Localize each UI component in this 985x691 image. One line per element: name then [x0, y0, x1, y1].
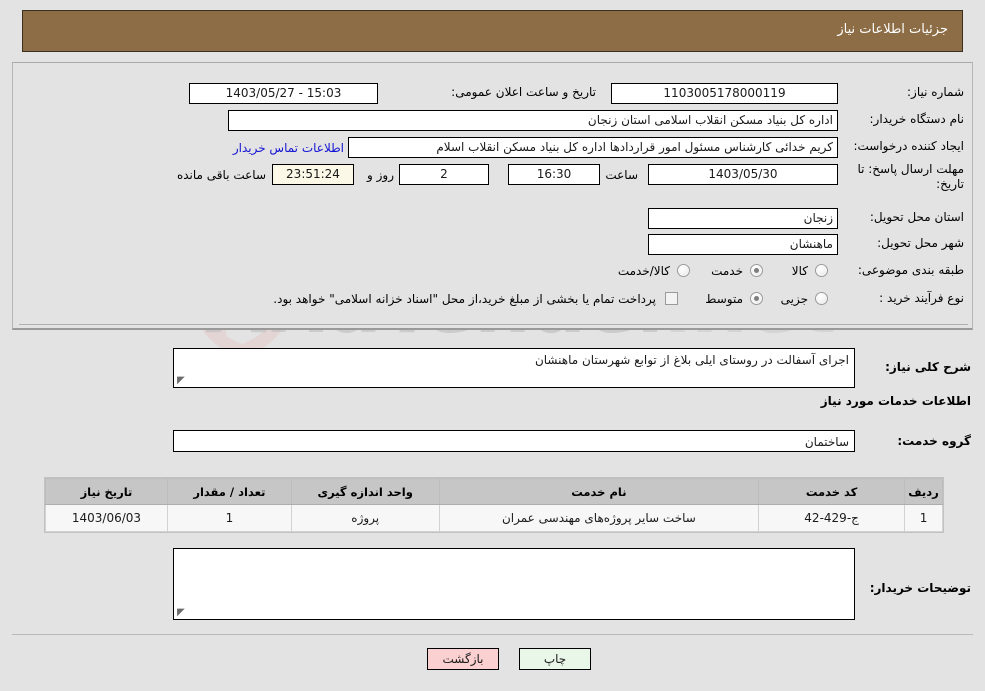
services-table-wrapper: ردیف کد خدمت نام خدمت واحد اندازه گیری ت… — [44, 477, 944, 533]
resize-grip-icon[interactable]: ◥ — [177, 375, 187, 386]
row-buyer-org: نام دستگاه خریدار: اداره کل بنیاد مسکن ا… — [19, 108, 968, 133]
th-date: تاریخ نیاز — [45, 478, 168, 505]
deadline-hour-label: ساعت — [605, 168, 638, 182]
services-section-title: اطلاعات خدمات مورد نیاز — [820, 394, 971, 408]
row-city: شهر محل تحویل: ماهنشان — [19, 232, 968, 257]
radio-process-motevaset-label: متوسط — [705, 292, 743, 306]
buyer-contact-link[interactable]: اطلاعات تماس خریدار — [233, 141, 344, 155]
remaining-days-label: روز و — [367, 168, 394, 182]
need-number-label: شماره نیاز: — [907, 85, 964, 99]
deadline-label-line1: مهلت ارسال پاسخ: تا — [857, 162, 964, 176]
radio-process-motevaset[interactable] — [750, 292, 763, 305]
cell-unit: پروژه — [290, 504, 440, 532]
cell-index: 1 — [904, 504, 943, 532]
category-label: طبقه بندی موضوعی: — [857, 263, 964, 277]
print-button[interactable]: چاپ — [519, 648, 591, 670]
row-process-type: نوع فرآیند خرید : جزیی متوسط پرداخت تمام… — [19, 287, 968, 312]
th-name: نام خدمت — [438, 478, 760, 505]
row-category: طبقه بندی موضوعی: کالا خدمت کالا/خدمت — [19, 259, 968, 284]
province-value: زنجان — [648, 208, 838, 229]
row-requester: ایجاد کننده درخواست: کریم خدائی کارشناس … — [19, 135, 968, 160]
cell-date: 1403/06/03 — [45, 504, 168, 532]
page-root: AriaTender.net جزئیات اطلاعات نیاز شماره… — [0, 0, 985, 691]
buyer-comments-label: توضیحات خریدار: — [869, 581, 971, 595]
radio-category-kala-khedmat-label: کالا/خدمت — [617, 264, 670, 278]
back-button[interactable]: بازگشت — [427, 648, 499, 670]
row-need-number: شماره نیاز: 1103005178000119 تاریخ و ساع… — [19, 81, 968, 106]
description-textarea[interactable]: اجرای آسفالت در روستای ایلی بلاغ از تواب… — [173, 348, 855, 388]
th-index: ردیف — [904, 478, 943, 505]
radio-category-khedmat-label: خدمت — [711, 264, 743, 278]
page-title: جزئیات اطلاعات نیاز — [837, 22, 948, 37]
th-quantity: تعداد / مقدار — [166, 478, 292, 505]
province-label: استان محل تحویل: — [869, 210, 964, 224]
radio-process-jozei-label: جزیی — [780, 292, 808, 306]
th-code: کد خدمت — [758, 478, 906, 505]
radio-process-jozei[interactable] — [815, 292, 828, 305]
treasury-note-text: پرداخت تمام یا بخشی از مبلغ خرید،از محل … — [273, 292, 656, 306]
row-province: استان محل تحویل: زنجان — [19, 206, 968, 231]
buyer-org-label: نام دستگاه خریدار: — [869, 112, 965, 126]
th-unit: واحد اندازه گیری — [290, 478, 440, 505]
resize-grip-icon[interactable]: ◥ — [177, 607, 187, 618]
announce-datetime-label: تاریخ و ساعت اعلان عمومی: — [451, 85, 596, 99]
remaining-days-value: 2 — [399, 164, 489, 185]
requester-label: ایجاد کننده درخواست: — [853, 139, 964, 153]
cell-code: ج-429-42 — [758, 504, 906, 532]
table-row: 1 ج-429-42 ساخت سایر پروژه‌های مهندسی عم… — [45, 504, 943, 532]
service-group-text: ساختمان — [804, 435, 849, 449]
remaining-time-countdown: 23:51:24 — [272, 164, 354, 185]
page-header: جزئیات اطلاعات نیاز — [22, 10, 963, 52]
process-type-label: نوع فرآیند خرید : — [879, 291, 964, 305]
radio-category-khedmat[interactable] — [750, 264, 763, 277]
city-value: ماهنشان — [648, 234, 838, 255]
radio-category-kala[interactable] — [815, 264, 828, 277]
remaining-time-label: ساعت باقی مانده — [176, 168, 266, 182]
description-label: شرح کلی نیاز: — [885, 360, 971, 374]
requester-value: کریم خدائی کارشناس مسئول امور قراردادها … — [348, 137, 838, 158]
announce-datetime-value: 15:03 - 1403/05/27 — [189, 83, 378, 104]
radio-category-kala-khedmat[interactable] — [677, 264, 690, 277]
table-header-row: ردیف کد خدمت نام خدمت واحد اندازه گیری ت… — [45, 478, 943, 505]
service-group-value: ساختمان — [173, 430, 855, 452]
radio-category-kala-label: کالا — [791, 264, 808, 278]
deadline-date-value: 1403/05/30 — [648, 164, 838, 185]
deadline-hour-value: 16:30 — [508, 164, 600, 185]
need-number-value: 1103005178000119 — [611, 83, 838, 104]
cell-name: ساخت سایر پروژه‌های مهندسی عمران — [438, 504, 760, 532]
buyer-comments-textarea[interactable]: ◥ — [173, 548, 855, 620]
deadline-label-line2: تاریخ: — [936, 177, 964, 191]
cell-quantity: 1 — [166, 504, 292, 532]
buyer-org-value: اداره کل بنیاد مسکن انقلاب اسلامی استان … — [228, 110, 838, 131]
row-deadline: مهلت ارسال پاسخ: تا تاریخ: 1403/05/30 سا… — [19, 162, 968, 202]
city-label: شهر محل تحویل: — [877, 236, 964, 250]
need-info-panel: شماره نیاز: 1103005178000119 تاریخ و ساع… — [12, 62, 973, 330]
footer-divider — [12, 634, 973, 635]
treasury-docs-checkbox[interactable] — [665, 292, 678, 305]
description-text: اجرای آسفالت در روستای ایلی بلاغ از تواب… — [534, 353, 849, 367]
services-table: ردیف کد خدمت نام خدمت واحد اندازه گیری ت… — [45, 478, 943, 532]
service-group-label: گروه خدمت: — [897, 434, 971, 448]
